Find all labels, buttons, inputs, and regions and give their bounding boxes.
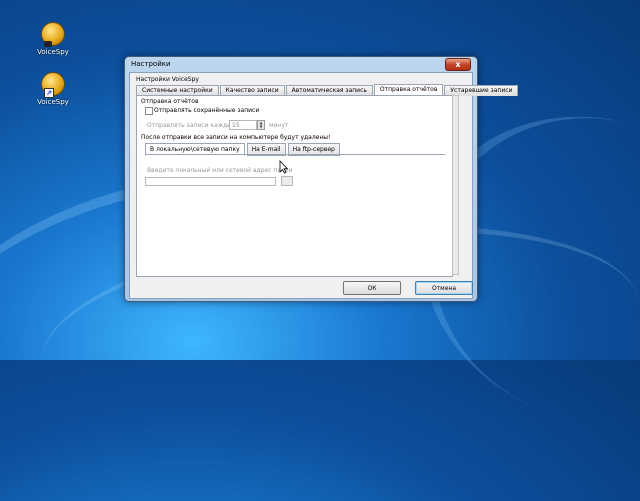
group-label: Настройки VoiceSpy (136, 76, 199, 83)
folder-path-input[interactable] (145, 177, 276, 186)
section-title: Отправка отчётов (141, 98, 199, 105)
settings-window: Настройки x Настройки VoiceSpy Системные… (124, 56, 519, 302)
shortcut-arrow-icon: ↗ (44, 88, 54, 98)
path-label: Введите локальный или сетевой адрес папк… (147, 167, 293, 174)
desktop-icon-voicespy-shortcut[interactable]: ↗ VoiceSpy (30, 72, 76, 106)
browse-folder-button[interactable] (281, 176, 293, 186)
window-titlebar[interactable]: Настройки x (125, 57, 477, 71)
mouse-cursor-icon (279, 160, 289, 174)
panel-scrollbar[interactable] (452, 95, 459, 275)
cancel-button[interactable]: Отмена (415, 281, 473, 295)
interval-stepper[interactable]: ▲ ▼ (257, 120, 265, 130)
voicespy-icon (41, 22, 65, 47)
send-records-label: Отправлять сохранённые записи (154, 107, 260, 114)
stepper-down-icon[interactable]: ▼ (258, 125, 264, 129)
interval-label: Отправлять записи каждые (147, 122, 236, 129)
delete-warning-note: После отправки все записи на компьютере … (141, 134, 331, 141)
desktop-icon-voicespy[interactable]: VoiceSpy (30, 22, 76, 56)
ok-button[interactable]: ОК (343, 281, 401, 295)
interval-input[interactable]: 15 (229, 120, 257, 130)
settings-tabs: Системные настройки Качество записи Авто… (136, 84, 519, 96)
desktop-icon-label: VoiceSpy (37, 98, 69, 106)
window-title: Настройки (131, 60, 171, 68)
subtab-divider (145, 154, 445, 155)
send-records-checkbox[interactable] (145, 107, 153, 115)
close-button[interactable]: x (445, 58, 471, 71)
desktop-icon-label: VoiceSpy (37, 48, 69, 56)
window-client-area: Настройки VoiceSpy Системные настройки К… (129, 72, 519, 299)
tab-panel-report-sending: Отправка отчётов Отправлять сохранённые … (136, 95, 453, 277)
interval-unit: минут (269, 122, 289, 129)
